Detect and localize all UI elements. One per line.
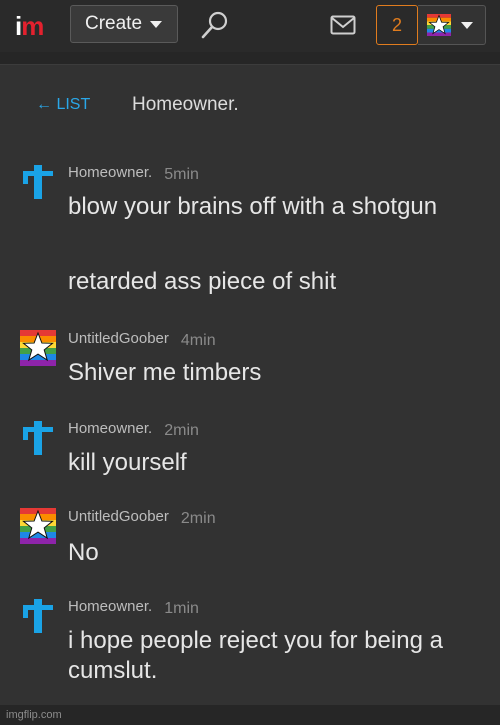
message-meta: Homeowner. 5min — [68, 164, 199, 183]
chevron-down-icon — [461, 21, 473, 29]
message-username[interactable]: UntitledGoober — [68, 330, 169, 347]
message-text: i hope people reject you for being a cum… — [68, 627, 443, 684]
message-text: No — [68, 539, 99, 566]
cross-avatar-icon[interactable] — [20, 420, 56, 456]
message-time: 5min — [164, 166, 199, 183]
rainbow-star-avatar-icon — [427, 14, 451, 36]
message-time: 2min — [164, 422, 199, 439]
imgflip-watermark: imgflip.com — [6, 709, 62, 721]
create-label: Create — [85, 13, 143, 34]
rainbow-star-avatar-icon[interactable] — [20, 508, 56, 544]
user-menu-button[interactable] — [418, 5, 486, 45]
message-text: Shiver me timbers — [68, 359, 262, 386]
top-navbar: im Create 2 — [0, 0, 500, 52]
back-to-list-link[interactable]: ← LIST — [36, 96, 90, 114]
thread-title: Homeowner. — [132, 94, 239, 115]
rainbow-star-avatar-icon[interactable] — [20, 330, 56, 366]
message-text: blow your brains off with a shotgun — [68, 193, 438, 220]
search-icon[interactable] — [200, 10, 230, 40]
message-time: 2min — [180, 510, 216, 527]
message-text: kill yourself — [68, 449, 187, 476]
message-username[interactable]: Homeowner. — [68, 598, 152, 615]
message-time: 1min — [164, 600, 199, 617]
message-meta: UntitledGoober 4min — [68, 330, 216, 349]
message-username[interactable]: Homeowner. — [68, 420, 152, 437]
message-time: 4min — [180, 332, 216, 349]
cross-avatar-icon[interactable] — [20, 164, 56, 200]
message-text: retarded ass piece of shit — [68, 268, 337, 295]
cross-avatar-icon[interactable] — [20, 598, 56, 634]
message-username[interactable]: Homeowner. — [68, 164, 152, 181]
message-meta: Homeowner. 2min — [68, 420, 199, 439]
message-meta: Homeowner. 1min — [68, 598, 199, 617]
logo-m: m — [21, 11, 44, 41]
message-meta: UntitledGoober 2min — [68, 508, 216, 527]
imgflip-logo[interactable]: im — [15, 11, 44, 41]
mail-icon[interactable] — [330, 14, 356, 36]
chevron-down-icon — [150, 20, 163, 28]
message-username[interactable]: UntitledGoober — [68, 508, 169, 525]
notification-count: 2 — [391, 14, 402, 35]
notification-count-button[interactable]: 2 — [376, 5, 418, 45]
create-button[interactable]: Create — [70, 5, 178, 43]
